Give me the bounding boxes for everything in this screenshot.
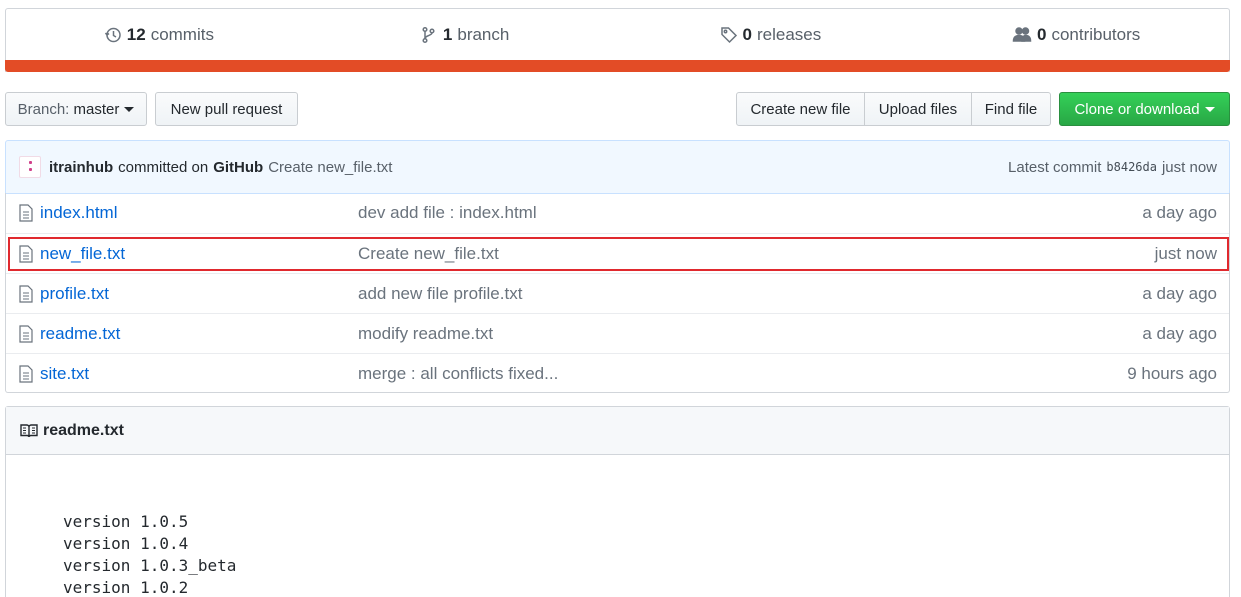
committer-name: GitHub [213, 158, 264, 176]
file-row-profile-txt[interactable]: profile.txt add new file profile.txt a d… [6, 273, 1229, 313]
releases-stat[interactable]: 0 releases [618, 25, 924, 45]
repo-summary: 12 commits 1 branch 0 releases 0 contrib… [5, 8, 1230, 72]
file-name[interactable]: site.txt [40, 364, 358, 384]
file-age: a day ago [1142, 203, 1217, 222]
file-age: 9 hours ago [1127, 363, 1217, 383]
file-icon [19, 324, 33, 343]
repo-stats: 12 commits 1 branch 0 releases 0 contrib… [6, 9, 1229, 61]
chevron-down-icon [1204, 106, 1215, 112]
file-actions-group: Create new file Upload files Find file [736, 92, 1051, 126]
book-icon [20, 423, 38, 437]
file-commit-message[interactable]: add new file profile.txt [358, 284, 1142, 304]
file-row-site-txt[interactable]: site.txt merge : all conflicts fixed... … [6, 353, 1229, 393]
upload-files-button[interactable]: Upload files [864, 92, 972, 126]
releases-count: 0 [742, 25, 752, 44]
git-branch-icon [422, 26, 435, 44]
file-row-new-file-txt[interactable]: new_file.txt Create new_file.txt just no… [6, 233, 1229, 273]
file-row-readme-txt[interactable]: readme.txt modify readme.txt a day ago [6, 313, 1229, 353]
releases-label: releases [756, 25, 822, 44]
contributors-stat[interactable]: 0 contributors [923, 25, 1229, 45]
branch-select-button[interactable]: Branch: master [5, 92, 147, 126]
branch-name: master [73, 100, 120, 118]
committed-on-text: committed on [118, 158, 209, 176]
readme-header: readme.txt [6, 407, 1229, 455]
file-age: a day ago [1142, 323, 1217, 343]
commit-time: just now [1161, 158, 1217, 176]
create-new-file-button[interactable]: Create new file [736, 92, 865, 126]
file-name[interactable]: new_file.txt [40, 244, 358, 264]
readme-panel: readme.txt version 1.0.5 version 1.0.4 v… [5, 406, 1230, 597]
file-icon [19, 364, 33, 383]
contributors-count: 0 [1036, 25, 1047, 44]
file-commit-message[interactable]: Create new_file.txt [358, 244, 1155, 264]
find-file-button[interactable]: Find file [971, 92, 1051, 126]
branches-stat[interactable]: 1 branch [312, 25, 618, 45]
file-commit-message[interactable]: merge : all conflicts fixed... [358, 364, 1127, 384]
clone-or-download-label: Clone or download [1074, 100, 1200, 118]
branches-label: branch [457, 25, 510, 44]
commit-author[interactable]: itrainhub [49, 159, 113, 176]
file-row-index-html[interactable]: index.html dev add file : index.html a d… [6, 193, 1229, 233]
commits-label: commits [150, 25, 214, 44]
file-icon [19, 204, 33, 222]
file-age: a day ago [1142, 283, 1217, 303]
file-name[interactable]: readme.txt [40, 324, 358, 344]
file-commit-message[interactable]: dev add file : index.html [358, 203, 1142, 223]
commits-stat[interactable]: 12 commits [6, 25, 312, 45]
avatar[interactable] [19, 156, 41, 178]
file-icon [19, 244, 33, 263]
new-pull-request-button[interactable]: New pull request [155, 92, 298, 126]
contributors-label: contributors [1051, 25, 1141, 44]
language-bar[interactable] [5, 60, 1230, 72]
branch-prefix: Branch: [17, 100, 70, 118]
commits-count: 12 [126, 25, 146, 44]
file-icon [19, 284, 33, 303]
history-icon [104, 27, 121, 43]
file-name[interactable]: index.html [40, 203, 358, 223]
people-icon [1012, 27, 1032, 42]
readme-content: version 1.0.5 version 1.0.4 version 1.0.… [63, 512, 237, 597]
tag-icon [720, 27, 737, 44]
latest-commit-bar: itrainhub committed on GitHub Create new… [5, 140, 1230, 194]
latest-commit-info: Latest commit b8426da just now [1008, 159, 1217, 176]
branches-count: 1 [442, 25, 453, 44]
readme-title[interactable]: readme.txt [43, 422, 124, 440]
file-list: index.html dev add file : index.html a d… [5, 193, 1230, 393]
file-age: just now [1154, 243, 1217, 263]
chevron-down-icon [124, 106, 135, 112]
latest-commit-label: Latest commit [1008, 158, 1102, 176]
clone-or-download-button[interactable]: Clone or download [1059, 92, 1230, 126]
commit-message[interactable]: Create new_file.txt [268, 159, 392, 176]
commit-sha[interactable]: b8426da [1106, 160, 1157, 174]
file-name[interactable]: profile.txt [40, 284, 358, 304]
file-commit-message[interactable]: modify readme.txt [358, 324, 1142, 344]
